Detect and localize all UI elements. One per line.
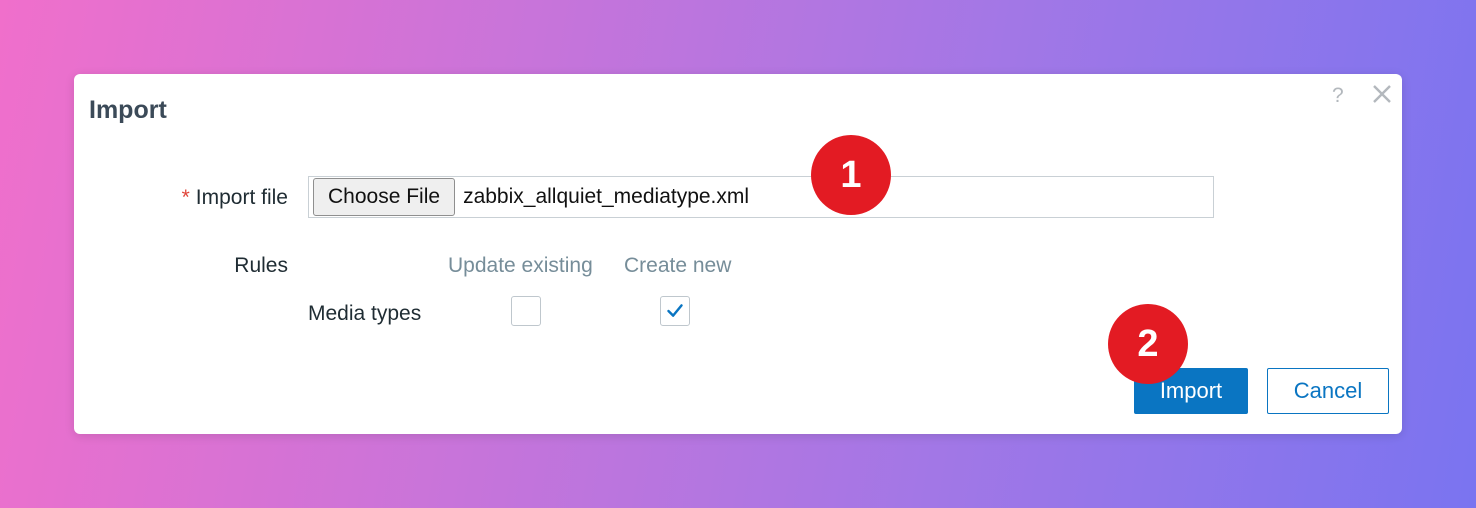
close-icon[interactable]: [1370, 82, 1394, 106]
selected-file-name: zabbix_allquiet_mediatype.xml: [463, 185, 750, 208]
required-marker: *: [181, 186, 190, 209]
rule-row-media-types: Media types: [308, 302, 422, 325]
import-dialog: Import ? * Import file Choose File zabbix…: [74, 74, 1402, 434]
import-file-label: * Import file: [166, 186, 288, 210]
help-icon[interactable]: ?: [1332, 84, 1344, 108]
annotation-badge-1: 1: [811, 135, 891, 215]
media-types-create-new-checkbox[interactable]: [660, 296, 690, 326]
annotation-badge-2: 2: [1108, 304, 1188, 384]
choose-file-button[interactable]: Choose File: [313, 178, 456, 216]
media-types-update-existing-checkbox[interactable]: [511, 296, 541, 326]
column-update-existing: Update existing: [448, 254, 593, 277]
cancel-button[interactable]: Cancel: [1267, 368, 1389, 414]
import-file-input[interactable]: Choose File zabbix_allquiet_mediatype.xm…: [308, 176, 1214, 218]
column-create-new: Create new: [624, 254, 732, 277]
dialog-title: Import: [89, 96, 167, 124]
checkmark-icon: [667, 304, 683, 317]
rules-label: Rules: [234, 254, 288, 277]
import-file-label-text: Import file: [195, 186, 288, 209]
